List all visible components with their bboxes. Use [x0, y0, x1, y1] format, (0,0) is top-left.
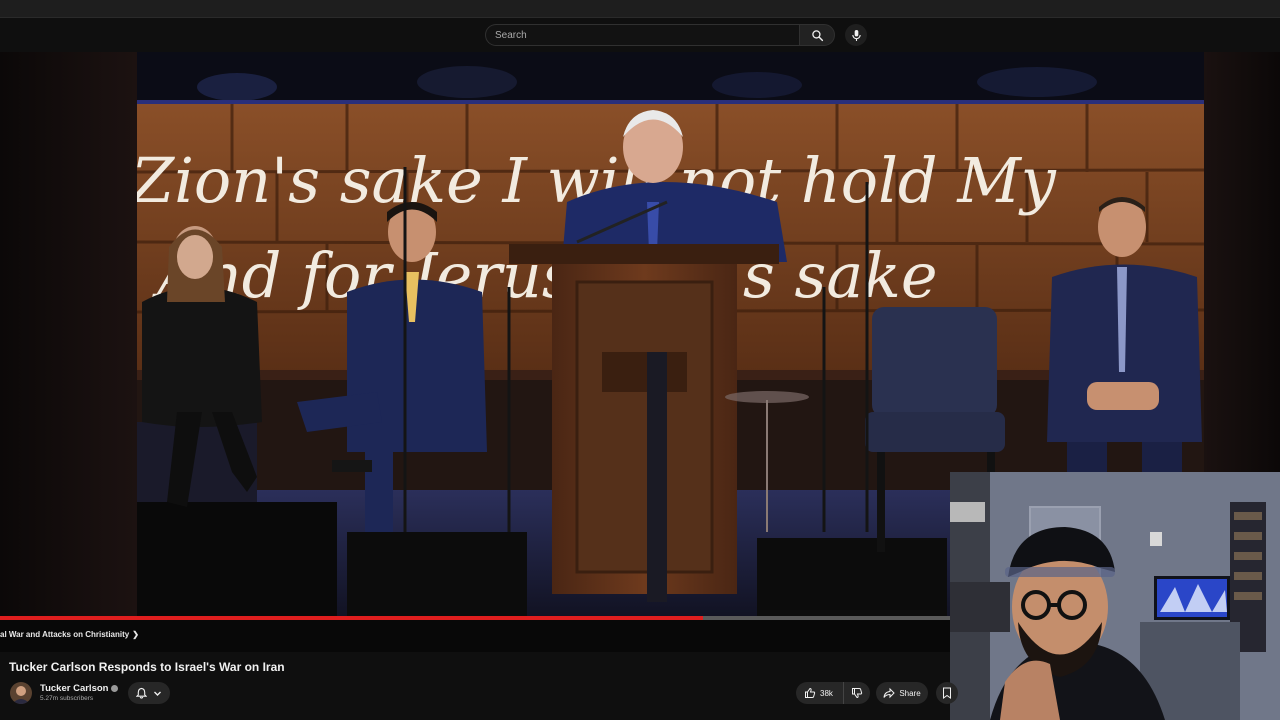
masthead	[0, 18, 1280, 52]
like-button[interactable]: 38k	[796, 682, 844, 704]
channel-avatar[interactable]	[10, 682, 32, 704]
browser-top-strip	[0, 0, 1280, 18]
dislike-button[interactable]	[844, 682, 870, 704]
notification-bell-button[interactable]	[128, 682, 170, 704]
search-input[interactable]	[486, 25, 799, 46]
player-side-panel-left	[0, 52, 137, 618]
chapter-label: al War and Attacks on Christianity	[0, 630, 130, 639]
share-button[interactable]: Share	[876, 682, 928, 704]
share-icon	[883, 687, 896, 699]
chevron-right-icon: ❯	[132, 630, 139, 639]
like-count: 38k	[820, 688, 833, 698]
progress-fill	[0, 616, 703, 620]
search-button[interactable]	[799, 24, 835, 46]
bell-icon	[136, 687, 147, 699]
verified-badge-icon	[111, 684, 119, 692]
progress-bar[interactable]	[0, 616, 950, 620]
subscriber-count: 5.27m subscribers	[40, 695, 94, 702]
save-icon	[943, 687, 951, 699]
thumbs-up-icon	[805, 687, 816, 698]
video-title: Tucker Carlson Responds to Israel's War …	[9, 660, 285, 674]
channel-name-text: Tucker Carlson	[40, 683, 109, 694]
channel-name[interactable]: Tucker Carlson	[40, 683, 119, 694]
chevron-down-icon	[154, 691, 161, 696]
search-icon	[811, 29, 823, 41]
thumbs-down-icon	[852, 688, 863, 699]
search-box[interactable]	[485, 24, 799, 46]
mic-icon	[851, 29, 861, 41]
voice-search-button[interactable]	[845, 24, 867, 46]
like-dislike-group: 38k	[796, 682, 870, 704]
chapter-title[interactable]: al War and Attacks on Christianity ❯	[0, 630, 139, 639]
save-button[interactable]	[936, 682, 958, 704]
webcam-overlay	[950, 472, 1280, 720]
share-label: Share	[899, 688, 921, 698]
